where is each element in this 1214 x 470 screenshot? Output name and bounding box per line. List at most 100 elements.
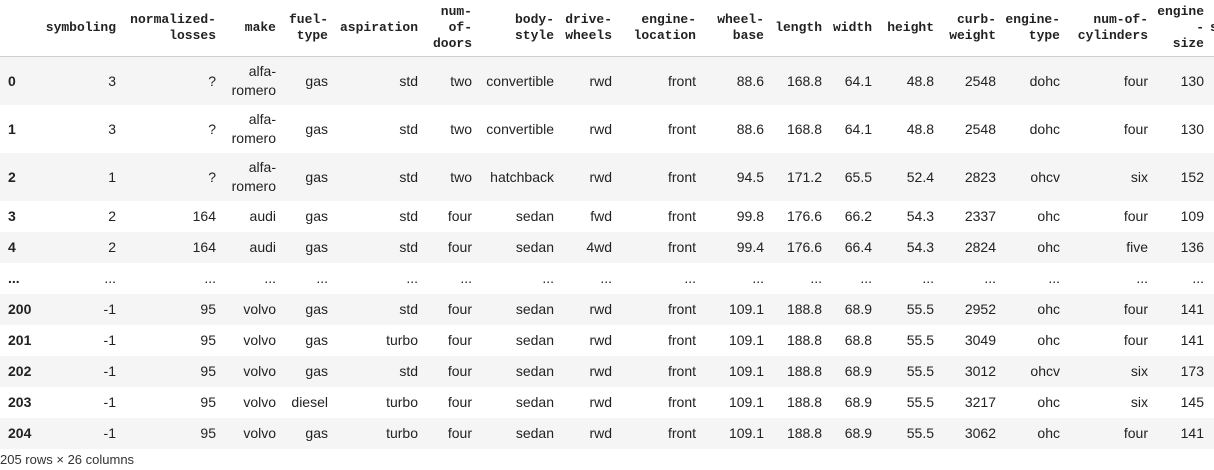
- table-cell: [1208, 201, 1214, 232]
- table-cell: ...: [600, 270, 612, 286]
- table-cell: audi: [249, 239, 276, 255]
- table-cell: 2: [108, 239, 116, 255]
- row-index: ...: [8, 270, 20, 286]
- table-cell: 95: [200, 363, 216, 379]
- table-cell: ohc: [1037, 425, 1060, 441]
- table-cell: 94.5: [736, 168, 764, 185]
- table-cell: turbo: [386, 394, 418, 410]
- header-row: symboling normalized- losses make fuel- typ…: [0, 0, 1214, 57]
- table-cell: front: [667, 425, 696, 441]
- table-cell: four: [447, 301, 472, 317]
- table-cell: 2548: [964, 72, 996, 89]
- table-cell: [1208, 153, 1214, 201]
- table-cell: ...: [406, 270, 418, 286]
- table-cell: sedan: [515, 301, 554, 317]
- table-cell: volvo: [243, 363, 276, 379]
- table-cell: gas: [305, 301, 328, 317]
- table-row: 1 3? alfa- romero gas std two convertible rwd fr…: [0, 105, 1214, 153]
- table-cell: fwd: [590, 208, 612, 224]
- table-cell: front: [667, 72, 696, 89]
- table-cell: 141: [1180, 301, 1204, 317]
- table-row: 201 -1 95 volvo gas turbo four sedan rwd front 109…: [0, 325, 1214, 356]
- table-cell: std: [399, 168, 418, 185]
- column-header: engine- type: [1000, 0, 1064, 57]
- table-cell: diesel: [291, 394, 328, 410]
- table-cell: two: [450, 72, 472, 89]
- row-index: 200: [8, 301, 32, 317]
- table-cell: 48.8: [906, 72, 934, 89]
- table-cell: front: [667, 208, 696, 224]
- table-cell: hatchback: [490, 168, 554, 185]
- table-cell: ...: [752, 270, 764, 286]
- table-cell: ...: [204, 270, 216, 286]
- table-row: 2 1? alfa- romero gas std two hatchback rwd fron…: [0, 153, 1214, 201]
- row-index: 204: [8, 425, 32, 441]
- table-cell: sedan: [515, 363, 554, 379]
- table-cell: ...: [316, 270, 328, 286]
- table-cell: std: [399, 363, 418, 379]
- table-cell: 168.8: [786, 120, 822, 137]
- table-cell: 164: [192, 208, 216, 224]
- table-cell: 3012: [964, 363, 996, 379]
- table-cell: rwd: [589, 425, 612, 441]
- table-cell: gas: [305, 363, 328, 379]
- column-header: s: [1208, 0, 1214, 57]
- table-cell: dohc: [1029, 120, 1060, 137]
- table-cell: convertible: [486, 120, 554, 137]
- table-cell: 68.9: [844, 363, 872, 379]
- column-header: num- of- doors: [422, 0, 476, 57]
- table-cell: front: [667, 239, 696, 255]
- table-cell: gas: [305, 72, 328, 89]
- table-row: 200 -1 95 volvo gas std four sedan rwd front 109.1…: [0, 294, 1214, 325]
- table-header: symboling normalized- losses make fuel- typ…: [0, 0, 1214, 57]
- table-cell: six: [1130, 363, 1148, 379]
- table-cell: 109.1: [728, 394, 764, 410]
- row-index: 2: [8, 168, 16, 185]
- table-cell: sedan: [515, 208, 554, 224]
- row-index: 1: [8, 120, 16, 137]
- shape-summary: 205 rows × 26 columns: [0, 452, 135, 467]
- table-cell: 3062: [964, 425, 996, 441]
- table-cell: 188.8: [786, 394, 822, 410]
- table-cell: 55.5: [906, 363, 934, 379]
- column-header: num-of- cylinders: [1064, 0, 1152, 57]
- table-cell: four: [447, 394, 472, 410]
- column-header: length: [768, 0, 826, 57]
- table-cell: ...: [684, 270, 696, 286]
- column-header: symboling: [40, 0, 120, 57]
- table-cell: convertible: [486, 72, 554, 89]
- table-cell: volvo: [243, 394, 276, 410]
- table-cell: 66.4: [844, 239, 872, 255]
- table-cell: 88.6: [736, 120, 764, 137]
- table-cell: four: [1123, 301, 1148, 317]
- table-cell: four: [1123, 425, 1148, 441]
- table-cell: gas: [305, 208, 328, 224]
- table-cell: 109.1: [728, 425, 764, 441]
- column-header: drive- wheels: [558, 0, 616, 57]
- table-cell: 55.5: [906, 425, 934, 441]
- table-cell: rwd: [589, 72, 612, 89]
- column-header: wheel- base: [700, 0, 768, 57]
- table-cell: std: [399, 239, 418, 255]
- table-cell: gas: [305, 168, 328, 185]
- table-cell: 141: [1180, 332, 1204, 348]
- table-cell: ...: [542, 270, 554, 286]
- table-cell: 109.1: [728, 301, 764, 317]
- table-cell: alfa- romero: [231, 63, 276, 98]
- table-cell: ...: [810, 270, 822, 286]
- table-row: 204 -1 95 volvo gas turbo four sedan rwd front 109…: [0, 418, 1214, 449]
- table-cell: ohcv: [1030, 168, 1060, 185]
- table-cell: 173: [1180, 363, 1204, 379]
- table-cell: 55.5: [906, 332, 934, 348]
- table-cell: four: [447, 363, 472, 379]
- table-body: 0 3? alfa- romero gas std two convertible rwd fr…: [0, 56, 1214, 449]
- table-cell: front: [667, 363, 696, 379]
- table-cell: 3: [108, 120, 116, 137]
- table-cell: audi: [249, 208, 276, 224]
- table-cell: 54.3: [906, 239, 934, 255]
- table-cell: 68.9: [844, 301, 872, 317]
- table-cell: ...: [1048, 270, 1060, 286]
- table-cell: 176.6: [786, 239, 822, 255]
- column-header: body- style: [476, 0, 558, 57]
- table-cell: 109.1: [728, 332, 764, 348]
